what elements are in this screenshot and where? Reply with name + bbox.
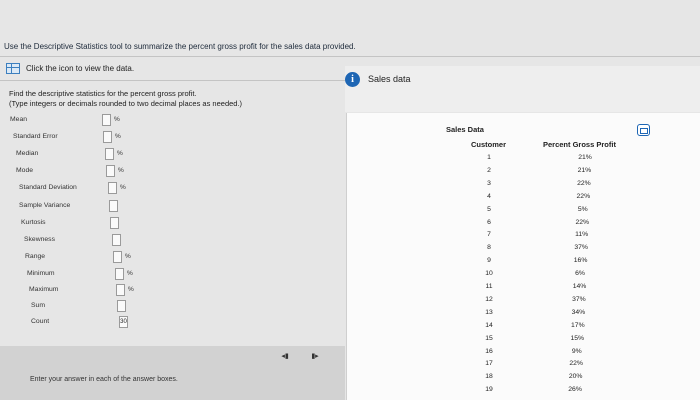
table-cell-customer: 7: [487, 231, 491, 239]
table-cell-percent: 21%: [578, 154, 592, 161]
table-cell-customer: 4: [487, 192, 491, 200]
stat-label: Range: [25, 253, 46, 260]
table-cell-percent: 20%: [568, 373, 583, 381]
table-cell-percent: 37%: [572, 295, 586, 303]
stat-answer-box[interactable]: [102, 114, 111, 126]
table-cell-customer: 11: [485, 283, 493, 290]
table-cell-customer: 8: [487, 244, 491, 252]
stat-label: Kurtosis: [21, 219, 46, 226]
stat-unit: %: [128, 286, 134, 293]
stat-label: Count: [31, 318, 50, 325]
table-cell-customer: 15: [485, 334, 493, 342]
stat-unit: %: [114, 116, 120, 123]
table-cell-percent: 37%: [574, 244, 588, 252]
table-cell-percent: 34%: [571, 308, 586, 316]
stat-answer-box[interactable]: [113, 251, 122, 263]
table-cell-percent: 21%: [577, 166, 592, 174]
table-cell-customer: 12: [485, 295, 493, 303]
stat-unit: %: [120, 184, 126, 191]
view-data-link-text: Click the icon to view the data.: [26, 64, 135, 73]
table-cell-customer: 5: [487, 205, 491, 213]
table-cell-percent: 17%: [571, 321, 585, 329]
table-cell-percent: 22%: [576, 192, 591, 200]
popup-header: [345, 66, 700, 112]
table-cell-customer: 18: [485, 373, 493, 381]
stat-unit: %: [115, 133, 121, 140]
table-cell-percent: 22%: [577, 179, 591, 187]
stat-answer-box[interactable]: [110, 217, 119, 229]
stat-answer-box[interactable]: [105, 148, 114, 160]
footer-message: Enter your answer in each of the answer …: [30, 376, 178, 383]
stat-unit: %: [118, 167, 124, 174]
stat-unit: %: [125, 253, 131, 260]
stat-answer-box[interactable]: [117, 300, 126, 312]
table-cell-customer: 10: [485, 270, 493, 278]
table-cell-percent: 11%: [575, 231, 589, 239]
stat-label: Standard Error: [13, 133, 58, 140]
table-cell-percent: 6%: [575, 270, 585, 278]
stat-answer-box[interactable]: [108, 182, 117, 194]
table-cell-percent: 15%: [570, 334, 585, 342]
table-cell-percent: 22%: [575, 218, 590, 226]
instructions-line-1: Find the descriptive statistics for the …: [9, 89, 197, 98]
stat-label: Sample Variance: [19, 202, 71, 209]
stat-unit: %: [117, 150, 123, 157]
bottom-bar: [0, 346, 345, 400]
table-cell-customer: 1: [487, 154, 491, 161]
stat-answer-box[interactable]: [115, 268, 124, 280]
data-table-icon[interactable]: [6, 63, 20, 74]
stat-label: Sum: [31, 302, 45, 309]
table-cell-customer: 16: [485, 347, 493, 355]
next-icon[interactable]: ▮▸: [308, 352, 322, 361]
stat-unit: %: [127, 270, 133, 277]
info-icon: i: [345, 72, 360, 87]
sheet-title: Sales Data: [446, 125, 484, 134]
copy-icon[interactable]: [637, 124, 650, 136]
table-cell-percent: 22%: [569, 360, 583, 368]
column-header-percent-gross-profit: Percent Gross Profit: [543, 140, 616, 149]
table-cell-customer: 3: [487, 179, 491, 187]
stat-label: Skewness: [24, 236, 55, 243]
stat-label: Mean: [10, 116, 28, 123]
instructions-line-2: (Type integers or decimals rounded to tw…: [9, 99, 243, 108]
table-cell-customer: 19: [485, 386, 493, 394]
table-cell-customer: 9: [487, 257, 491, 265]
popup-title: Sales data: [368, 74, 411, 84]
stat-label: Standard Deviation: [19, 184, 77, 191]
stat-answer-box[interactable]: [112, 234, 121, 246]
stat-label: Maximum: [29, 286, 59, 293]
table-cell-percent: 26%: [568, 386, 582, 394]
stat-label: Mode: [16, 167, 34, 174]
stat-answer-box[interactable]: [109, 200, 118, 212]
divider: [0, 56, 700, 57]
table-cell-customer: 17: [485, 360, 493, 368]
table-cell-customer: 6: [487, 218, 491, 226]
stat-answer-box[interactable]: [116, 284, 125, 296]
table-cell-customer: 14: [485, 321, 493, 329]
table-cell-percent: 9%: [571, 347, 582, 355]
prev-icon[interactable]: ◂▮: [278, 352, 292, 361]
table-cell-customer: 13: [485, 308, 493, 316]
popup-body: [346, 113, 700, 400]
stat-label: Median: [16, 150, 39, 157]
table-cell-customer: 2: [487, 166, 491, 174]
instructions: Find the descriptive statistics for the …: [9, 89, 242, 109]
column-header-customer: Customer: [471, 140, 507, 149]
table-cell-percent: 5%: [577, 205, 588, 213]
stat-answer-box[interactable]: [103, 131, 112, 143]
stat-answer-box[interactable]: 30: [119, 316, 128, 328]
table-cell-percent: 16%: [573, 257, 588, 265]
stat-label: Minimum: [27, 270, 55, 277]
divider: [0, 80, 345, 81]
question-text: Use the Descriptive Statistics tool to s…: [4, 42, 356, 51]
view-data-link[interactable]: Click the icon to view the data.: [6, 63, 134, 74]
table-cell-percent: 14%: [572, 283, 587, 290]
stat-answer-box[interactable]: [106, 165, 115, 177]
